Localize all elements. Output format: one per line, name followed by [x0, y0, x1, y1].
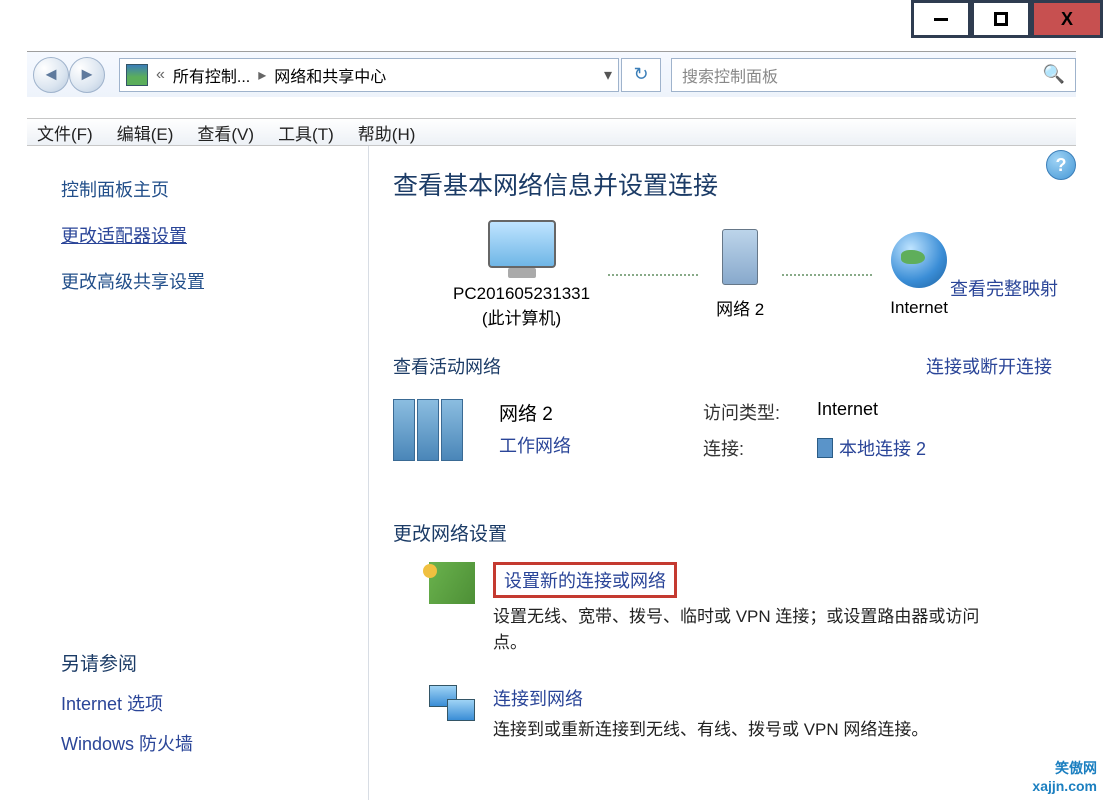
watermark: 笑傲网 xajjn.com: [1032, 758, 1097, 794]
maximize-icon: [994, 12, 1008, 26]
breadcrumb-parent[interactable]: 所有控制...: [173, 63, 250, 87]
maximize-button[interactable]: [971, 0, 1031, 38]
change-settings-header: 更改网络设置: [393, 519, 1052, 546]
close-button[interactable]: X: [1031, 0, 1103, 38]
help-icon[interactable]: ?: [1046, 150, 1076, 180]
address-dropdown-icon[interactable]: ▾: [604, 65, 612, 85]
search-placeholder: 搜索控制面板: [682, 63, 778, 87]
active-net-type[interactable]: 工作网络: [499, 432, 629, 458]
minimize-button[interactable]: [911, 0, 971, 38]
main-content: 控制面板主页 更改适配器设置 更改高级共享设置 另请参阅 Internet 选项…: [27, 146, 1076, 800]
page-title: 查看基本网络信息并设置连接: [393, 166, 1052, 202]
plug-icon: [429, 562, 475, 604]
sidebar-advanced-sharing[interactable]: 更改高级共享设置: [61, 268, 334, 294]
explorer-toolbar: ◄ ► « 所有控制... ▸ 网络和共享中心 ▾ ↻ 搜索控制面板 🔍: [27, 51, 1076, 97]
network-device-icon: [722, 229, 758, 285]
option-setup-title: 设置新的连接或网络: [493, 562, 677, 598]
option-connect-desc: 连接到或重新连接到无线、有线、拨号或 VPN 网络连接。: [493, 717, 928, 743]
screens-icon: [429, 685, 475, 727]
option-setup-desc: 设置无线、宽带、拨号、临时或 VPN 连接；或设置路由器或访问点。: [493, 604, 1013, 655]
chevron-right-icon: ▸: [258, 65, 266, 85]
address-icon: [126, 64, 148, 86]
menu-file[interactable]: 文件(F): [37, 120, 93, 145]
option-setup-new-connection[interactable]: 设置新的连接或网络 设置无线、宽带、拨号、临时或 VPN 连接；或设置路由器或访…: [393, 562, 1052, 655]
globe-icon: [891, 232, 947, 288]
arrow-left-icon: ◄: [42, 64, 60, 85]
option-connect-title: 连接到网络: [493, 689, 583, 709]
link-windows-firewall[interactable]: Windows 防火墙: [61, 730, 334, 756]
node-internet: Internet: [890, 232, 948, 318]
search-icon: 🔍: [1043, 64, 1065, 85]
forward-button[interactable]: ►: [69, 57, 105, 93]
menu-view[interactable]: 查看(V): [197, 120, 254, 145]
sidebar-home[interactable]: 控制面板主页: [61, 176, 334, 202]
minimize-icon: [934, 18, 948, 21]
network-device-label: 网络 2: [716, 295, 764, 320]
watermark-line1: 笑傲网: [1032, 758, 1097, 778]
window-caption-buttons: X: [911, 0, 1103, 38]
connection-value: 本地连接 2: [839, 439, 926, 459]
back-button[interactable]: ◄: [33, 57, 69, 93]
sidebar-adapter-settings[interactable]: 更改适配器设置: [61, 222, 334, 248]
address-bar[interactable]: « 所有控制... ▸ 网络和共享中心 ▾: [119, 58, 619, 92]
arrow-right-icon: ►: [78, 64, 96, 85]
link-full-map[interactable]: 查看完整映射: [950, 275, 1058, 301]
access-type-label: 访问类型:: [703, 399, 793, 425]
refresh-button[interactable]: ↻: [621, 58, 661, 92]
menu-edit[interactable]: 编辑(E): [117, 120, 174, 145]
link-internet-options[interactable]: Internet 选项: [61, 690, 334, 716]
content-panel: ? 查看基本网络信息并设置连接 查看完整映射 PC201605231331 (此…: [369, 146, 1076, 800]
search-input[interactable]: 搜索控制面板 🔍: [671, 58, 1076, 92]
node-this-pc: PC201605231331 (此计算机): [453, 220, 590, 329]
node-network-device: 网络 2: [716, 229, 764, 320]
internet-label: Internet: [890, 298, 948, 318]
refresh-icon: ↻: [633, 64, 648, 85]
connection-link[interactable]: 本地连接 2: [817, 435, 926, 461]
see-also-section: 另请参阅 Internet 选项 Windows 防火墙: [61, 649, 334, 770]
close-icon: X: [1061, 9, 1073, 30]
sidebar: 控制面板主页 更改适配器设置 更改高级共享设置 另请参阅 Internet 选项…: [27, 146, 369, 800]
see-also-title: 另请参阅: [61, 649, 334, 676]
link-line-icon: [782, 274, 872, 276]
nic-icon: [817, 438, 833, 458]
active-network-block: 网络 2 工作网络 访问类型: Internet 连接: 本地连接 2: [393, 399, 1052, 471]
link-line-icon: [608, 274, 698, 276]
active-net-name: 网络 2: [499, 399, 629, 426]
address-prefix: «: [156, 66, 165, 84]
option-connect-to-network[interactable]: 连接到网络 连接到或重新连接到无线、有线、拨号或 VPN 网络连接。: [393, 685, 1052, 743]
breadcrumb-current[interactable]: 网络和共享中心: [274, 63, 386, 87]
menu-tools[interactable]: 工具(T): [278, 120, 334, 145]
active-networks-header: 查看活动网络: [393, 353, 501, 379]
this-pc-label: (此计算机): [482, 304, 561, 329]
menu-bar: 文件(F) 编辑(E) 查看(V) 工具(T) 帮助(H): [27, 118, 1076, 146]
building-icon: [393, 399, 475, 471]
pc-name: PC201605231331: [453, 284, 590, 304]
menu-help[interactable]: 帮助(H): [358, 120, 416, 145]
link-connect-disconnect[interactable]: 连接或断开连接: [926, 353, 1052, 379]
watermark-line2: xajjn.com: [1032, 778, 1097, 794]
monitor-icon: [488, 220, 556, 268]
connection-label: 连接:: [703, 435, 793, 461]
access-type-value: Internet: [817, 399, 878, 425]
